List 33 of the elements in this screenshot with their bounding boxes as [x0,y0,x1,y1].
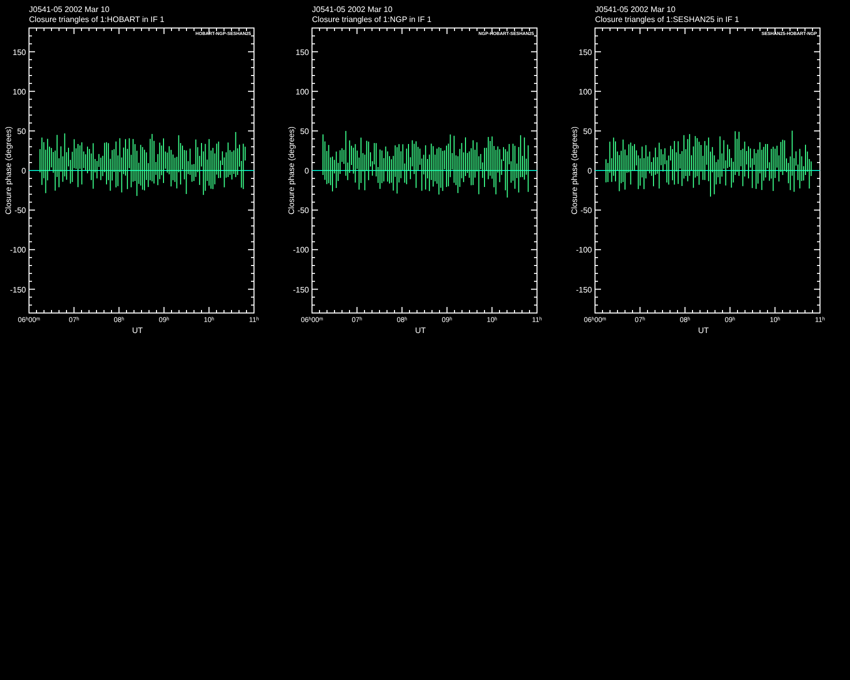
y-tick-label: -100 [292,246,309,255]
y-tick-label: 150 [296,48,309,57]
plot-title: J0541-05 2002 Mar 10 [312,5,392,14]
y-tick-label: 50 [300,126,309,136]
plot-subtitle: Closure triangles of 1:SESHAN25 in IF 1 [595,15,740,24]
y-tick-label: 0 [22,166,26,176]
y-tick-label: 150 [578,48,592,57]
y-tick-label: 0 [304,166,309,176]
y-tick-label: 0 [588,166,592,176]
y-tick-label: 50 [583,126,592,136]
y-tick-label: -150 [10,285,26,294]
y-tick-label: -50 [14,206,26,216]
y-axis-label: Closure phase (degrees) [4,126,13,215]
y-axis-label: Closure phase (degrees) [570,126,579,215]
y-tick-label: -50 [580,206,592,216]
y-tick-label: -100 [10,246,26,255]
plot-subtitle: Closure triangles of 1:NGP in IF 1 [312,15,432,24]
y-tick-label: -50 [297,206,309,216]
plot-title: J0541-05 2002 Mar 10 [29,5,110,14]
plot-title: J0541-05 2002 Mar 10 [595,5,676,14]
y-tick-label: -150 [576,285,592,294]
x-axis-label: UT [132,326,143,335]
x-axis-label: UT [415,326,426,335]
y-tick-label: -100 [576,246,592,255]
y-axis-label: Closure phase (degrees) [287,126,296,215]
y-tick-label: 50 [17,126,26,136]
y-tick-label: 150 [12,48,26,57]
y-tick-label: -150 [292,285,309,294]
y-tick-label: 100 [296,87,309,96]
y-tick-label: 100 [12,87,26,96]
x-axis-label: UT [698,326,709,335]
y-tick-label: 100 [578,87,592,96]
plot-subtitle: Closure triangles of 1:HOBART in IF 1 [29,15,164,24]
